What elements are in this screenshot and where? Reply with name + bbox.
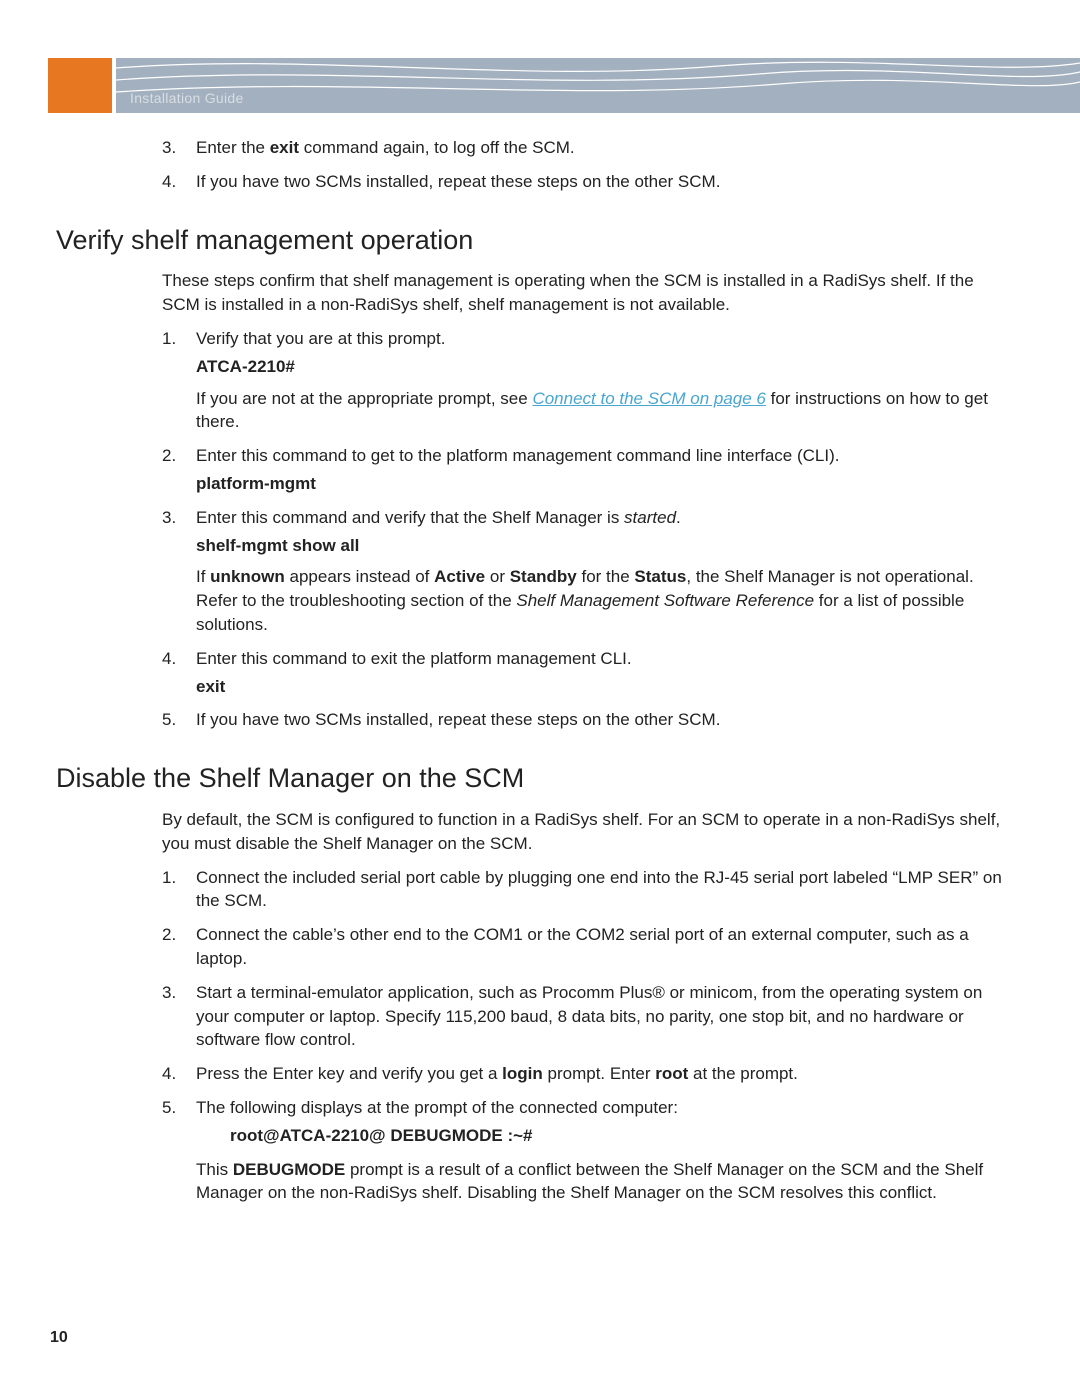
step-text: Enter this command to get to the platfor… xyxy=(196,446,839,465)
step-number: 4. xyxy=(162,647,176,671)
step-text: Connect the included serial port cable b… xyxy=(196,868,1002,911)
step-number: 3. xyxy=(162,136,176,160)
disable-step-3: 3. Start a terminal-emulator application… xyxy=(162,981,1006,1052)
verify-step-5: 5. If you have two SCMs installed, repea… xyxy=(162,708,1006,732)
step-note: This DEBUGMODE prompt is a result of a c… xyxy=(196,1158,1006,1206)
step-text: Connect the cable’s other end to the COM… xyxy=(196,925,969,968)
heading-verify-shelf: Verify shelf management operation xyxy=(56,222,1006,260)
page-content: 3. Enter the exit command again, to log … xyxy=(56,132,1006,1215)
step-note: If unknown appears instead of Active or … xyxy=(196,565,1006,636)
heading-disable-shelf: Disable the Shelf Manager on the SCM xyxy=(56,760,1006,798)
step-number: 1. xyxy=(162,327,176,351)
step-text: Enter this command and verify that the S… xyxy=(196,508,681,527)
step-text: Verify that you are at this prompt. xyxy=(196,329,445,348)
step-note: If you are not at the appropriate prompt… xyxy=(196,387,1006,435)
brand-block xyxy=(48,58,112,113)
step-3: 3. Enter the exit command again, to log … xyxy=(162,136,1006,160)
verify-steps: 1. Verify that you are at this prompt. A… xyxy=(162,327,1006,732)
step-text: If you have two SCMs installed, repeat t… xyxy=(196,710,720,729)
disable-step-2: 2. Connect the cable’s other end to the … xyxy=(162,923,1006,971)
verify-step-1: 1. Verify that you are at this prompt. A… xyxy=(162,327,1006,434)
verify-step-4: 4. Enter this command to exit the platfo… xyxy=(162,647,1006,699)
banner-waves-icon xyxy=(116,58,1080,113)
section-intro: By default, the SCM is configured to fun… xyxy=(162,808,1006,856)
command-text: exit xyxy=(196,675,1006,699)
command-text: platform-mgmt xyxy=(196,472,1006,496)
disable-step-4: 4. Press the Enter key and verify you ge… xyxy=(162,1062,1006,1086)
step-number: 2. xyxy=(162,923,176,947)
step-number: 1. xyxy=(162,866,176,890)
prompt-text: root@ATCA-2210@ DEBUGMODE :~# xyxy=(230,1124,1006,1148)
disable-steps: 1. Connect the included serial port cabl… xyxy=(162,866,1006,1206)
connect-scm-link[interactable]: Connect to the SCM on page 6 xyxy=(532,389,765,408)
step-text: Enter this command to exit the platform … xyxy=(196,649,632,668)
step-number: 3. xyxy=(162,981,176,1005)
step-text: Enter the exit command again, to log off… xyxy=(196,138,575,157)
prompt-text: ATCA-2210# xyxy=(196,355,1006,379)
step-number: 4. xyxy=(162,1062,176,1086)
step-text: The following displays at the prompt of … xyxy=(196,1098,678,1117)
step-number: 5. xyxy=(162,708,176,732)
section-intro: These steps confirm that shelf managemen… xyxy=(162,269,1006,317)
page: Installation Guide 3. Enter the exit com… xyxy=(0,0,1080,1397)
step-text: Start a terminal-emulator application, s… xyxy=(196,983,982,1050)
verify-step-3: 3. Enter this command and verify that th… xyxy=(162,506,1006,637)
guide-label: Installation Guide xyxy=(130,89,244,109)
step-number: 5. xyxy=(162,1096,176,1120)
top-steps: 3. Enter the exit command again, to log … xyxy=(162,136,1006,194)
step-number: 4. xyxy=(162,170,176,194)
verify-step-2: 2. Enter this command to get to the plat… xyxy=(162,444,1006,496)
header-banner: Installation Guide xyxy=(116,58,1080,113)
step-text: If you have two SCMs installed, repeat t… xyxy=(196,172,720,191)
disable-step-5: 5. The following displays at the prompt … xyxy=(162,1096,1006,1205)
step-number: 3. xyxy=(162,506,176,530)
disable-step-1: 1. Connect the included serial port cabl… xyxy=(162,866,1006,914)
page-header: Installation Guide xyxy=(48,58,1080,113)
command-text: shelf-mgmt show all xyxy=(196,534,1006,558)
step-4: 4. If you have two SCMs installed, repea… xyxy=(162,170,1006,194)
page-number: 10 xyxy=(50,1327,68,1349)
step-text: Press the Enter key and verify you get a… xyxy=(196,1064,798,1083)
step-number: 2. xyxy=(162,444,176,468)
